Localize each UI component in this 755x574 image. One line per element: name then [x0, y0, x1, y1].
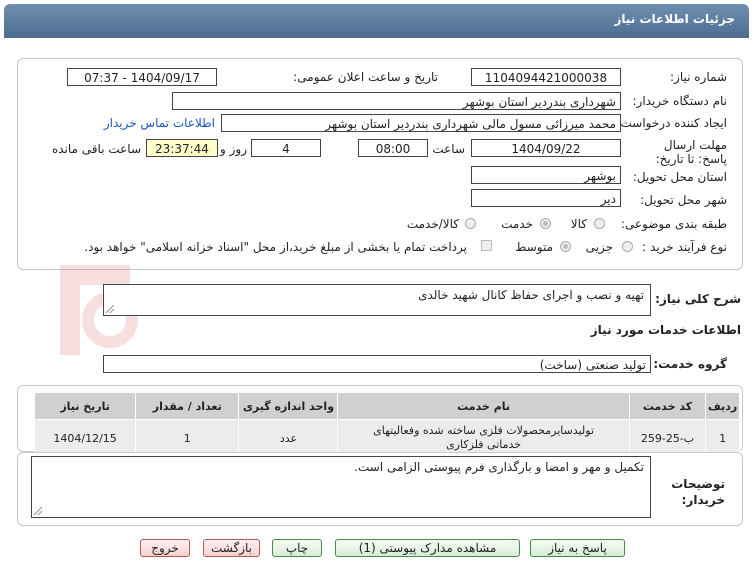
- deadline-time-label: ساعت: [432, 142, 465, 156]
- summary-textarea[interactable]: تهیه و نصب و اجرای حفاظ کانال شهید خالدی: [103, 284, 651, 316]
- creator-field: محمد میرزائی مسول مالی شهرداری بندردیر ا…: [221, 114, 621, 132]
- services-table-header: ردیف کد خدمت نام خدمت واحد اندازه گیری ت…: [33, 392, 740, 420]
- cell-unit: عدد: [238, 419, 339, 457]
- col-unit: واحد اندازه گیری: [238, 392, 339, 420]
- purchase-medium-label: متوسط: [515, 240, 553, 254]
- purchase-type-label: نوع فرآیند خرید :: [642, 240, 727, 254]
- need-details-panel: [17, 58, 743, 270]
- service-group-label: گروه خدمت:: [653, 357, 727, 371]
- buyer-notes-textarea[interactable]: تکمیل و مهر و امضا و بارگذاری فرم پیوستی…: [31, 456, 651, 518]
- print-button[interactable]: چاپ: [272, 539, 322, 557]
- window-title-bar: جزئیات اطلاعات نیاز: [4, 4, 749, 38]
- resize-grip-icon[interactable]: [106, 305, 114, 313]
- buyer-org-label: نام دستگاه خریدار:: [632, 94, 728, 108]
- category-goods-radio[interactable]: [594, 218, 605, 229]
- purchase-medium-radio[interactable]: [560, 241, 571, 252]
- col-quantity: تعداد / مقدار: [135, 392, 240, 420]
- treasury-payment-note: پرداخت تمام یا بخشی از مبلغ خرید،از محل …: [84, 240, 467, 254]
- city-label: شهر محل تحویل:: [640, 193, 727, 207]
- summary-label: شرح کلی نیاز:: [655, 292, 741, 306]
- cell-need-date: 1404/12/15: [33, 419, 137, 457]
- reply-to-need-button[interactable]: پاسخ به نیاز: [530, 539, 625, 557]
- creator-label: ایجاد کننده درخواست:: [616, 116, 727, 130]
- services-table: ردیف کد خدمت نام خدمت واحد اندازه گیری ت…: [33, 392, 740, 457]
- buyer-org-field: شهرداری بندردیر استان بوشهر: [172, 92, 621, 110]
- col-service-name: نام خدمت: [337, 392, 630, 420]
- category-goods-service-label: کالا/خدمت: [406, 217, 459, 231]
- province-field: بوشهر: [471, 166, 621, 184]
- remaining-time-label: ساعت باقی مانده: [51, 142, 141, 156]
- col-service-code: کد خدمت: [628, 392, 707, 420]
- category-goods-service-radio[interactable]: [465, 218, 476, 229]
- category-service-label: خدمت: [501, 217, 533, 231]
- remaining-time-field: 23:37:44: [146, 139, 218, 157]
- purchase-minor-label: جزیی: [585, 240, 613, 254]
- cell-row: 1: [705, 419, 740, 457]
- view-attachments-button[interactable]: مشاهده مدارک پیوستی (1): [335, 539, 520, 557]
- category-service-radio[interactable]: [540, 218, 551, 229]
- buyer-notes-label: توضیحات خریدار:: [671, 477, 725, 507]
- purchase-minor-radio[interactable]: [622, 241, 633, 252]
- table-row: 1 ب-25-259 تولیدسایرمحصولات فلزی ساخته ش…: [33, 419, 740, 457]
- category-label: طبقه بندی موضوعی:: [620, 217, 727, 231]
- buyer-contact-link[interactable]: اطلاعات تماس خریدار: [104, 116, 215, 130]
- services-section-title: اطلاعات خدمات مورد نیاز: [590, 323, 741, 337]
- category-goods-label: کالا: [570, 217, 587, 231]
- exit-button[interactable]: خروج: [140, 539, 190, 557]
- deadline-date-field: 1404/09/22: [471, 139, 621, 157]
- resize-grip-icon[interactable]: [34, 507, 42, 515]
- announce-date-field: 1404/09/17 - 07:37: [67, 68, 217, 86]
- col-need-date: تاریخ نیاز: [33, 392, 137, 420]
- need-number-field: 1104094421000038: [471, 68, 621, 86]
- cell-service-code: ب-25-259: [628, 419, 707, 457]
- summary-text: تهیه و نصب و اجرای حفاظ کانال شهید خالدی: [418, 288, 644, 302]
- days-label: روز و: [220, 142, 247, 156]
- province-label: استان محل تحویل:: [632, 170, 727, 184]
- deadline-label: مهلت ارسال پاسخ: تا تاریخ:: [655, 138, 727, 166]
- deadline-time-field: 08:00: [358, 139, 428, 157]
- page-title: جزئیات اطلاعات نیاز: [614, 12, 735, 26]
- back-button[interactable]: بازگشت: [203, 539, 260, 557]
- service-group-field: تولید صنعتی (ساخت): [103, 355, 651, 373]
- buyer-notes-text: تکمیل و مهر و امضا و بارگذاری فرم پیوستی…: [354, 460, 644, 474]
- days-remaining-field: 4: [251, 139, 321, 157]
- need-number-label: شماره نیاز:: [670, 70, 727, 84]
- cell-quantity: 1: [135, 419, 240, 457]
- announce-date-label: تاریخ و ساعت اعلان عمومی:: [293, 70, 438, 84]
- city-field: دیر: [471, 189, 621, 207]
- cell-service-name: تولیدسایرمحصولات فلزی ساخته شده وفعالیته…: [337, 419, 630, 457]
- treasury-payment-checkbox[interactable]: [481, 240, 492, 251]
- col-row: ردیف: [705, 392, 740, 420]
